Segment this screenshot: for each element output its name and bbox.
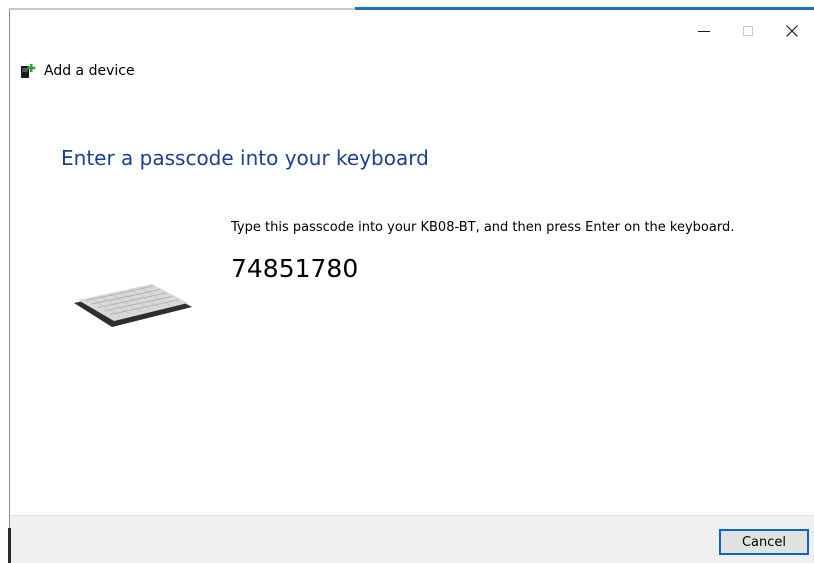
window-title-row: Add a device — [20, 60, 135, 82]
maximize-icon — [743, 26, 753, 36]
dialog-footer — [10, 515, 814, 563]
instruction-text: Type this passcode into your KB08-BT, an… — [231, 220, 735, 235]
page-title: Enter a passcode into your keyboard — [61, 146, 429, 170]
minimize-button[interactable] — [682, 8, 726, 54]
minimize-icon — [698, 31, 710, 32]
window-title: Add a device — [44, 63, 135, 79]
passcode-value: 74851780 — [231, 254, 359, 283]
window-top-border — [9, 8, 355, 10]
window-edge — [8, 528, 11, 563]
maximize-button[interactable] — [726, 8, 770, 54]
cancel-button[interactable]: Cancel — [719, 529, 809, 555]
add-device-icon — [20, 62, 38, 80]
close-icon — [786, 25, 798, 37]
caption-buttons — [682, 8, 814, 54]
close-button[interactable] — [770, 8, 814, 54]
keyboard-illustration — [74, 284, 192, 327]
